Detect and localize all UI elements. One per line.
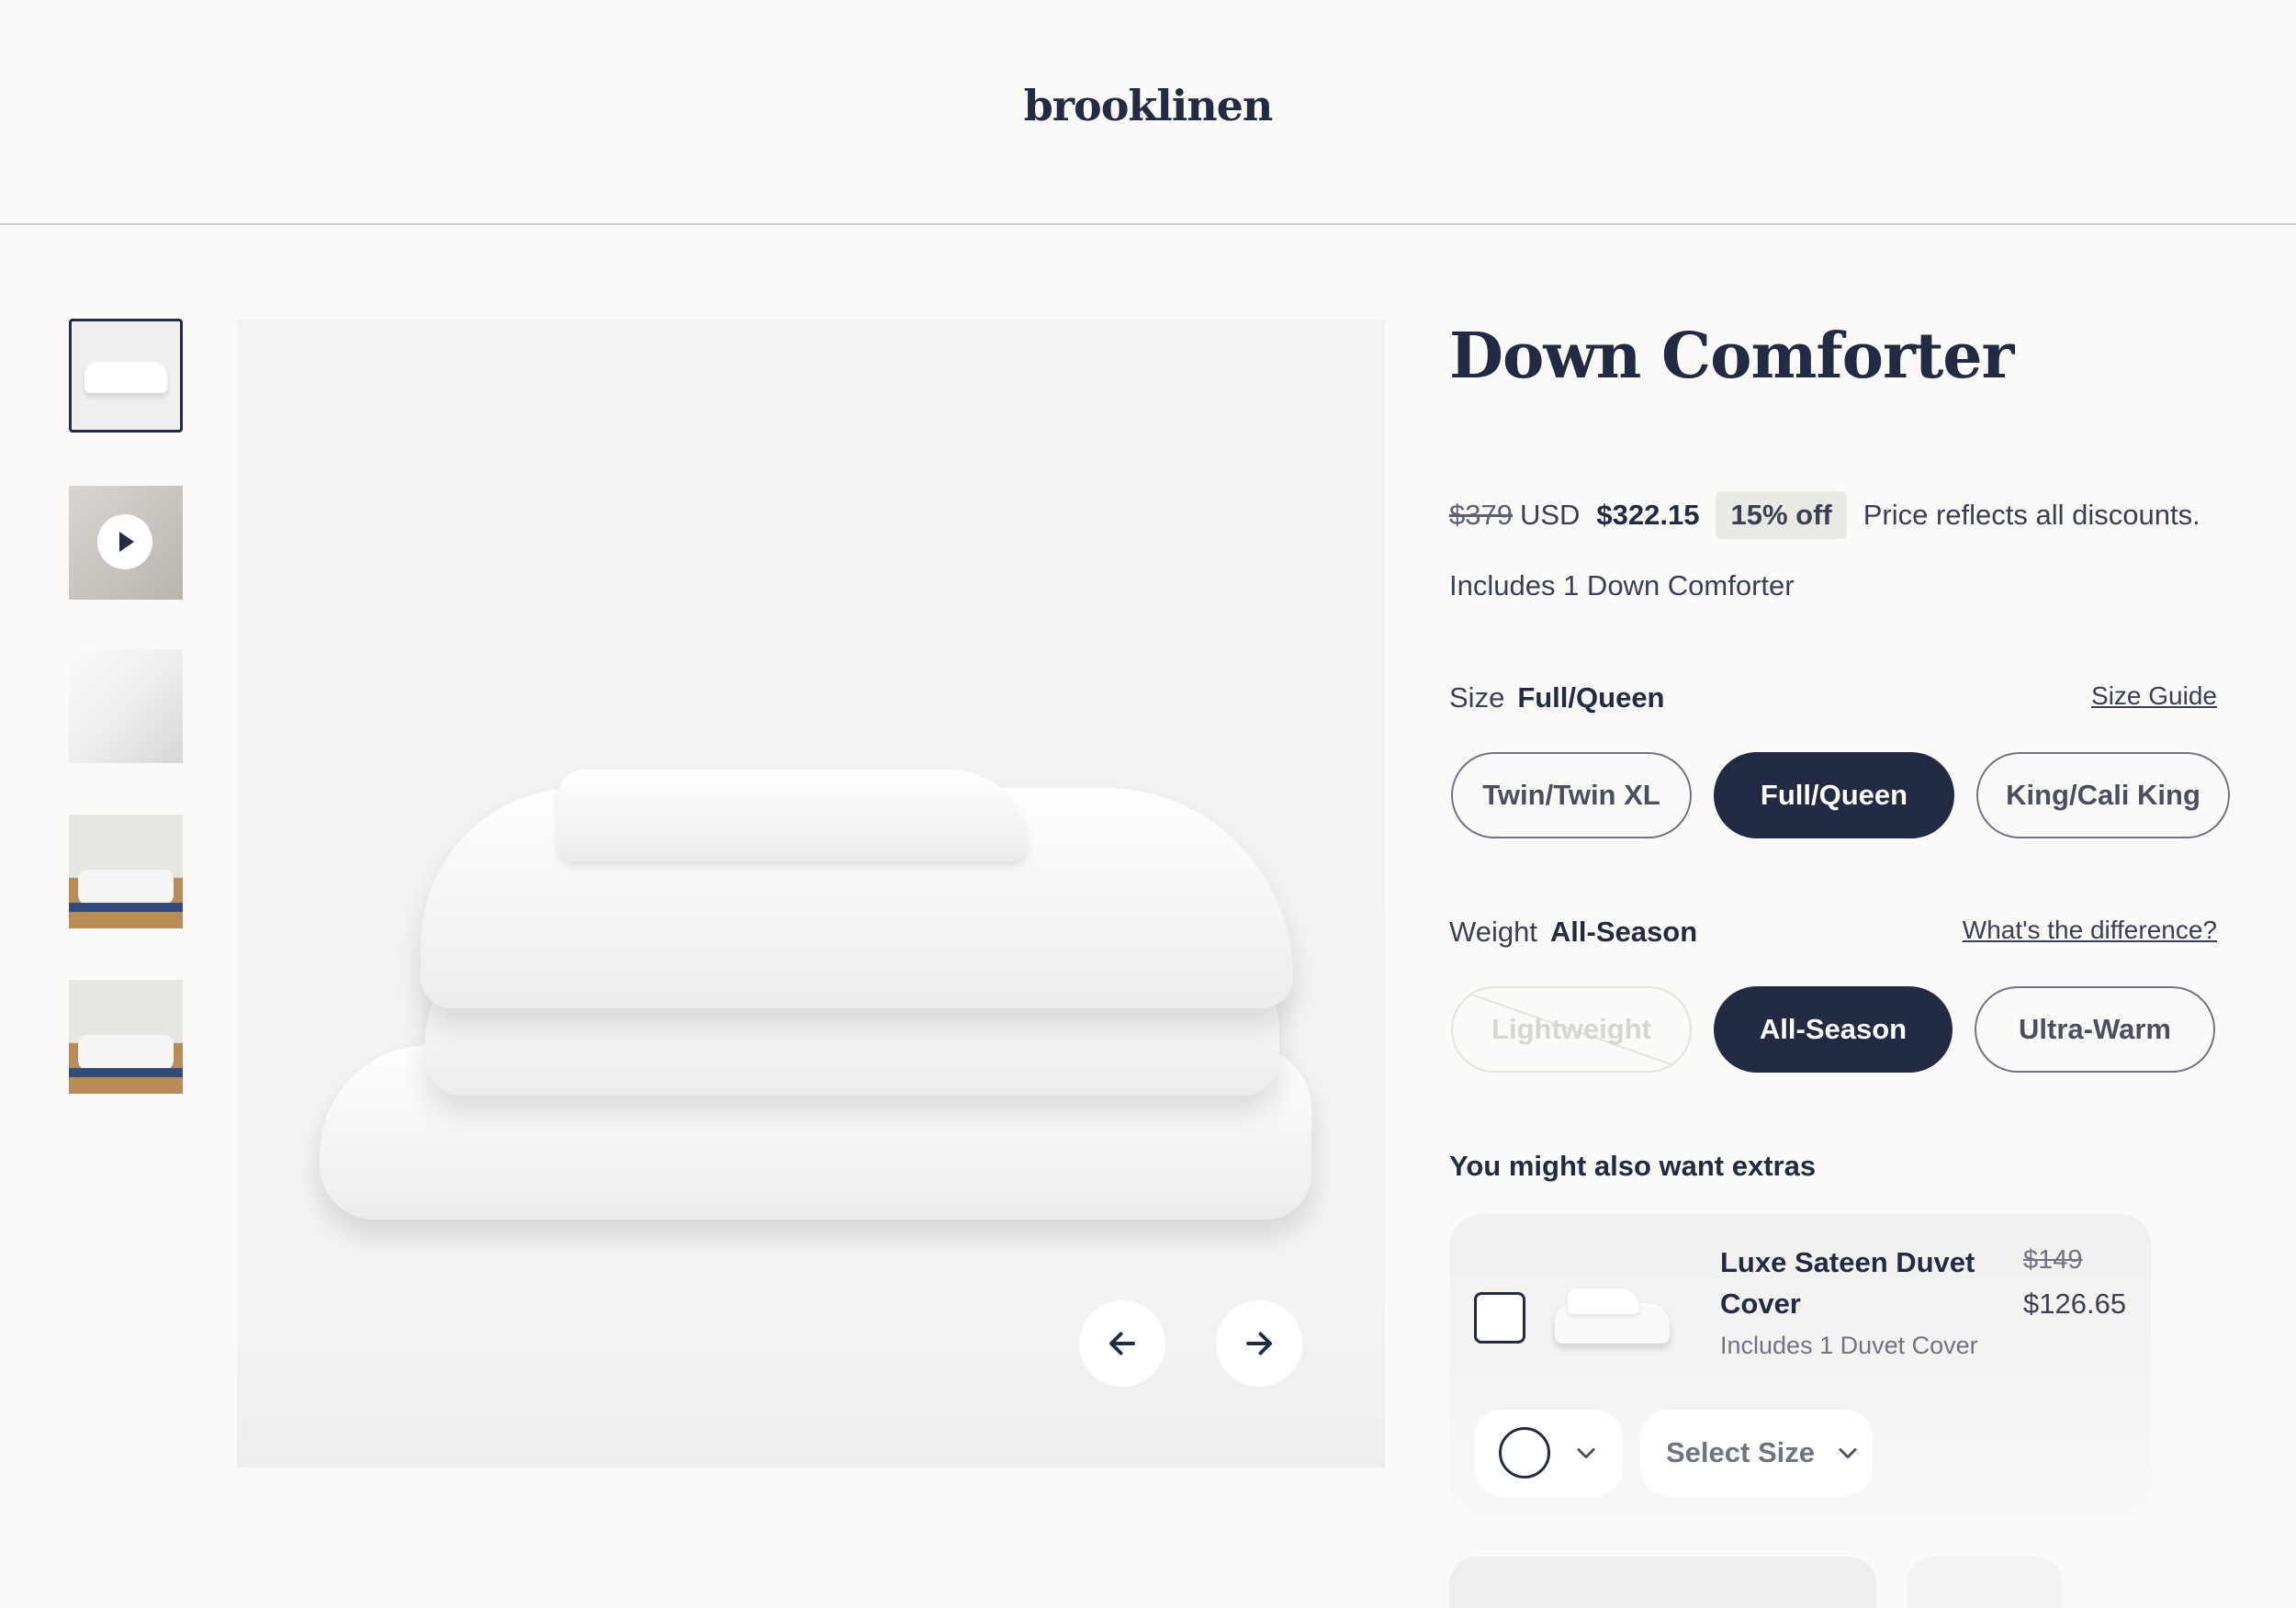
previous-image-button[interactable] [1079, 1300, 1165, 1387]
extra-item-image [1555, 1283, 1674, 1347]
chevron-down-icon [1577, 1448, 1595, 1459]
color-swatch [1499, 1427, 1550, 1479]
thumbnail-image [78, 1035, 174, 1070]
size-option-king[interactable]: King/Cali King [1976, 752, 2230, 838]
product-title: Down Comforter [1449, 320, 2014, 393]
discount-note: Price reflects all discounts. [1863, 499, 2200, 531]
thumbnail-image [78, 870, 174, 905]
chevron-down-icon [1839, 1448, 1857, 1459]
extra-item-original-price: $149 [2023, 1245, 2083, 1275]
size-guide-link[interactable]: Size Guide [2091, 681, 2217, 711]
add-to-cart-button-peek[interactable] [1449, 1557, 1876, 1608]
thumbnail-3[interactable] [69, 649, 183, 763]
play-icon [97, 514, 152, 569]
extra-item-name: Luxe Sateen Duvet Cover [1720, 1246, 1975, 1320]
size-select-placeholder: Select Size [1666, 1436, 1815, 1468]
extra-item-checkbox[interactable] [1474, 1292, 1525, 1344]
weight-option-all-season[interactable]: All-Season [1714, 986, 1953, 1073]
thumbnail-image [69, 1068, 183, 1077]
extra-size-select[interactable]: Select Size [1640, 1410, 1873, 1496]
weight-difference-link[interactable]: What's the difference? [1963, 916, 2217, 945]
thumbnail-5[interactable] [69, 980, 183, 1094]
weight-label: Weight All-Season [1449, 916, 1698, 948]
weight-selected-value: All-Season [1549, 916, 1698, 948]
thumbnail-video[interactable] [69, 486, 183, 600]
next-image-button[interactable] [1216, 1300, 1302, 1387]
comforter-illustration [320, 770, 1311, 1229]
thumbnail-image [84, 362, 167, 393]
secondary-button-peek[interactable] [1907, 1557, 2063, 1608]
size-option-twin[interactable]: Twin/Twin XL [1451, 752, 1692, 838]
price-row: $379 USD $322.15 15% off Price reflects … [1449, 491, 2200, 539]
original-price: $379 [1449, 499, 1513, 531]
includes-text: Includes 1 Down Comforter [1449, 569, 1795, 602]
size-selected-value: Full/Queen [1517, 681, 1665, 714]
thumbnail-4[interactable] [69, 815, 183, 928]
extra-color-select[interactable] [1474, 1410, 1623, 1496]
extra-item-includes: Includes 1 Duvet Cover [1720, 1332, 1978, 1359]
size-option-full-queen[interactable]: Full/Queen [1714, 752, 1954, 838]
site-header: brooklinen [0, 0, 2296, 225]
weight-option-ultra-warm[interactable]: Ultra-Warm [1975, 986, 2215, 1073]
extras-heading: You might also want extras [1449, 1150, 1817, 1182]
arrow-left-icon [1109, 1332, 1135, 1355]
brand-logo[interactable]: brooklinen [0, 81, 2296, 130]
thumbnail-image [69, 903, 183, 912]
extra-item-sale-price: $126.65 [2023, 1288, 2127, 1320]
thumbnail-1[interactable] [69, 319, 183, 433]
extra-item-card: Luxe Sateen Duvet Cover Includes 1 Duvet… [1449, 1214, 2152, 1517]
weight-option-lightweight: Lightweight [1451, 986, 1692, 1073]
discount-badge: 15% off [1716, 491, 1847, 539]
sale-price: $322.15 [1596, 499, 1700, 531]
arrow-right-icon [1246, 1332, 1272, 1355]
main-product-image [237, 320, 1385, 1467]
currency: USD [1519, 499, 1581, 531]
size-label: Size Full/Queen [1449, 681, 1665, 714]
